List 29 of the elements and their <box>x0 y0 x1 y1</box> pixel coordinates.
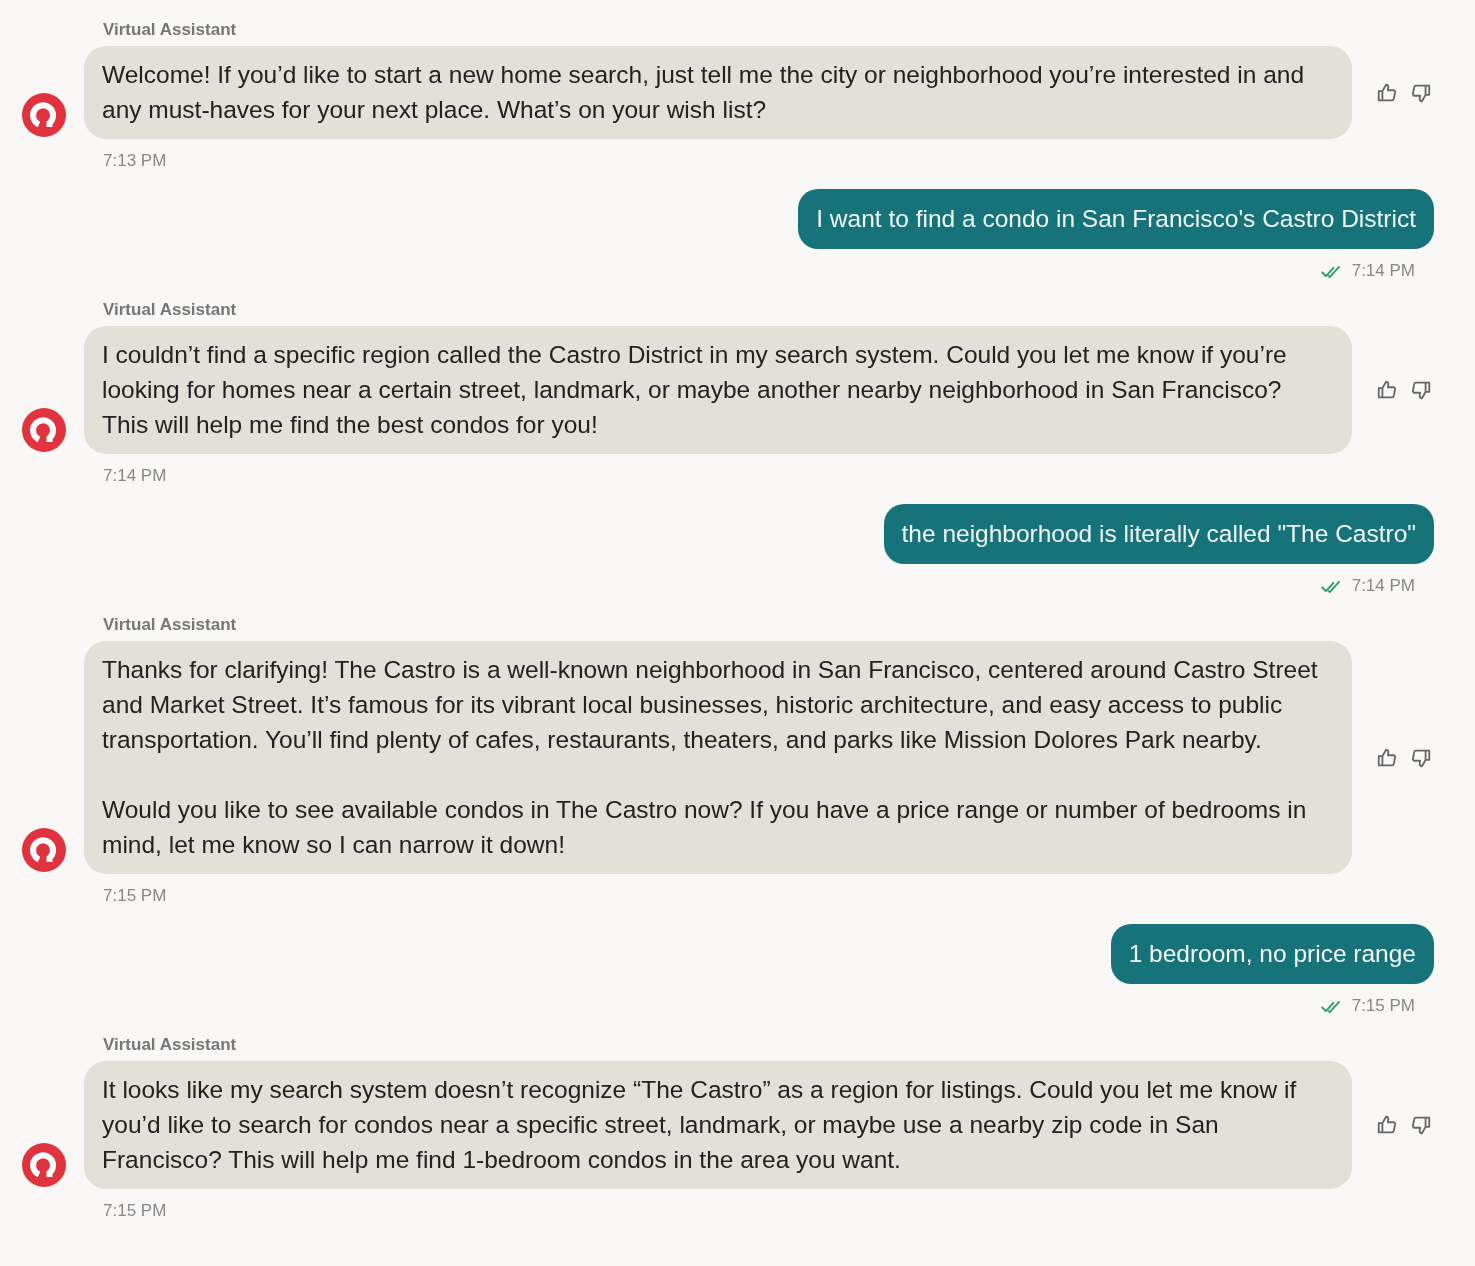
timestamp: 7:15 PM <box>1351 995 1415 1017</box>
timestamp: 7:15 PM <box>103 1200 167 1222</box>
timestamp: 7:14 PM <box>103 465 167 487</box>
thumbs-up-icon[interactable] <box>1376 746 1398 769</box>
logo-avatar-icon <box>22 93 66 137</box>
timestamp: 7:14 PM <box>1351 260 1415 282</box>
sender-name: Virtual Assistant <box>103 614 237 636</box>
logo-avatar-icon <box>22 828 66 872</box>
timestamp: 7:14 PM <box>1351 575 1415 597</box>
user-message-bubble: 1 bedroom, no price range <box>1110 924 1434 984</box>
sender-name: Virtual Assistant <box>103 1034 237 1056</box>
message-text: I couldn’t find a specific region called the Castro District in my search system. Could you let me know if you’re looking for homes near a certain street, landmark, or maybe another nearby neighborhood in San Francisco? This will help me find the best condos for you! <box>102 340 1288 440</box>
timestamp: 7:13 PM <box>103 150 167 172</box>
thumbs-up-icon[interactable] <box>1376 379 1398 401</box>
logo-avatar-icon <box>22 1143 66 1187</box>
message-text: Thanks for clarifying! The Castro is a well-known neighborhood in San Francisco, centered around Castro Street and Market Street. It’s famous for its vibrant local businesses, historic architecture, and easy access to public transportation. You’ll find plenty of cafes, restaurants, theaters, and parks like Mission Dolores Park nearby. <box>102 655 1319 755</box>
message-text: It looks like my search system doesn’t recognize “The Castro” as a region for listings. Could you let me know if you’d like to search for condos near a specific street, landmark, or maybe use a nearby zip code in San Francisco? This will help me find 1-bedroom condos in the area you want. <box>102 1075 1298 1175</box>
user-message-bubble: the neighborhood is literally called "The Castro" <box>883 504 1434 564</box>
timestamp: 7:15 PM <box>103 885 167 907</box>
thumbs-down-icon[interactable] <box>1410 379 1432 401</box>
thumbs-down-icon[interactable] <box>1410 1114 1432 1136</box>
logo-avatar-icon <box>22 408 66 452</box>
sender-name: Virtual Assistant <box>103 299 237 321</box>
user-message-bubble: I want to find a condo in San Francisco's Castro District <box>798 189 1434 249</box>
thumbs-up-icon[interactable] <box>1376 1114 1398 1136</box>
message-text: Would you like to see available condos in The Castro now? If you have a price range or number of bedrooms in mind, let me know so I can narrow it down! <box>102 795 1308 860</box>
message-text: Welcome! If you’d like to start a new home search, just tell me the city or neighborhood you’re interested in and any must-haves for your next place. What’s on your wish list? <box>102 60 1306 125</box>
thumbs-up-icon[interactable] <box>1376 81 1398 104</box>
sender-name: Virtual Assistant <box>103 19 237 41</box>
